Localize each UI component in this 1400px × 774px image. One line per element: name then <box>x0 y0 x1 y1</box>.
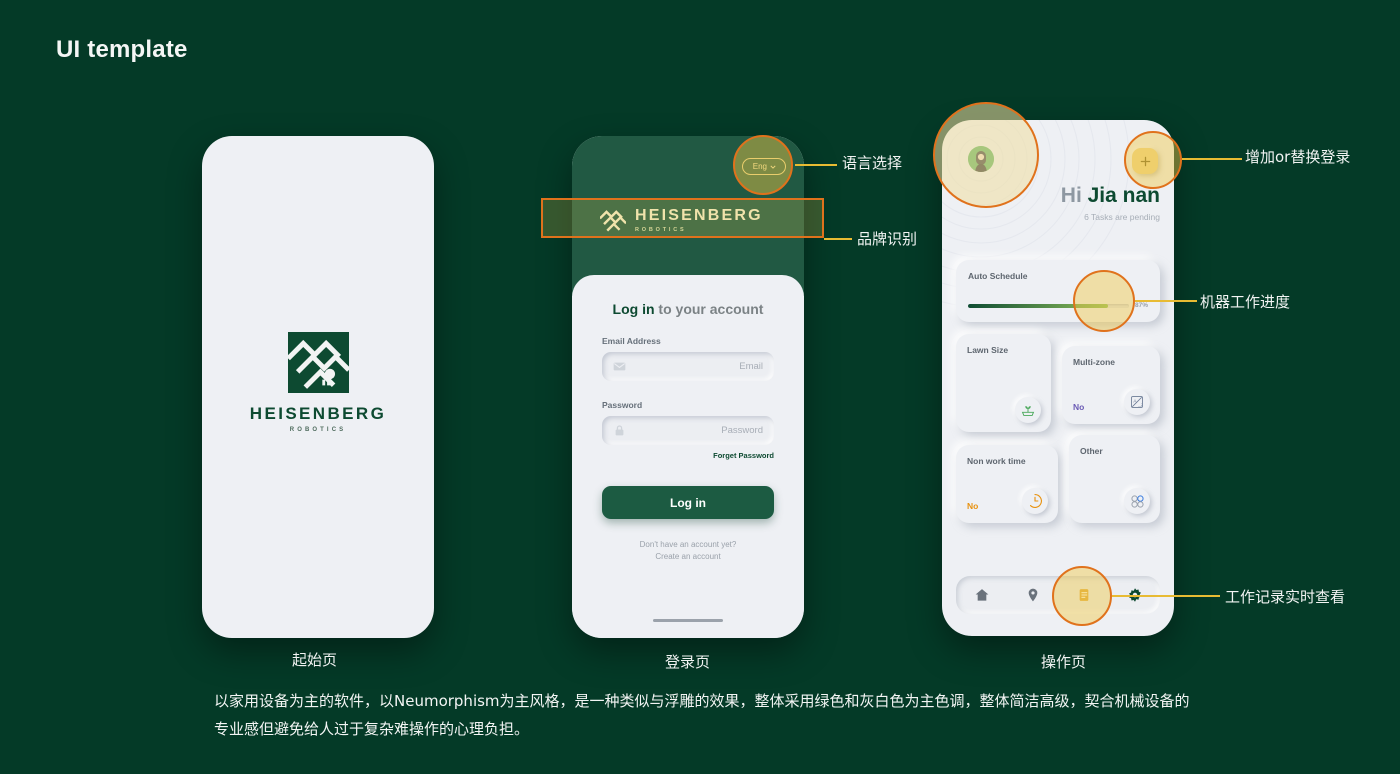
card-value: No <box>1073 402 1085 412</box>
location-pin-icon <box>1028 588 1037 602</box>
card-title: Non work time <box>967 456 1026 466</box>
no-account-text: Don't have an account yet? <box>639 540 737 549</box>
email-placeholder: Email <box>739 361 763 372</box>
password-placeholder: Password <box>721 425 763 436</box>
forget-password-link[interactable]: Forget Password <box>602 451 774 460</box>
caption-login: 登录页 <box>665 653 711 671</box>
card-title: Multi-zone <box>1073 357 1116 367</box>
card-non-work-time[interactable]: Non work time No <box>956 445 1058 523</box>
nav-item-map[interactable] <box>1024 587 1041 604</box>
leader-line-brand <box>824 238 852 240</box>
leader-line-add-login <box>1182 158 1242 160</box>
password-label: Password <box>602 400 643 410</box>
highlight-brand-band <box>541 198 824 238</box>
caption-splash: 起始页 <box>292 651 338 669</box>
leader-line-records <box>1112 595 1220 597</box>
heisenberg-interlock-logo-icon <box>287 332 349 393</box>
highlight-progress <box>1073 270 1135 332</box>
brand-subtitle: ROBOTICS <box>289 427 347 433</box>
highlight-avatar <box>933 102 1039 208</box>
card-multi-zone[interactable]: Multi-zone No A <box>1062 346 1160 424</box>
annotation-language-select: 语言选择 <box>842 154 903 172</box>
login-heading-rest: to your account <box>654 301 764 317</box>
card-title: Other <box>1080 446 1103 456</box>
description-paragraph: 以家用设备为主的软件，以Neumorphism为主风格，是一种类似与浮雕的效果，… <box>214 692 1190 738</box>
caption-dashboard: 操作页 <box>1041 653 1087 671</box>
splash-logo-block: HEISENBERG ROBOTICS <box>202 332 434 433</box>
card-value: No <box>967 501 979 511</box>
login-form-card: Log in to your account Email Address Ema… <box>572 275 804 638</box>
card-title: Lawn Size <box>967 345 1009 355</box>
tasks-status: 6 Tasks are pending <box>1084 212 1160 222</box>
highlight-records-nav <box>1052 566 1112 626</box>
home-icon <box>975 589 988 601</box>
annotation-add-or-switch-login: 增加or替换登录 <box>1245 148 1351 166</box>
lock-icon <box>615 425 624 436</box>
highlight-language-selector <box>733 135 793 195</box>
progress-label: 87% <box>1134 302 1148 309</box>
password-field[interactable]: Password <box>602 416 774 445</box>
highlight-add-login <box>1124 131 1182 189</box>
lawn-sprout-icon <box>1021 406 1035 416</box>
leader-line-language <box>795 164 837 166</box>
annotation-brand-identity: 品牌识别 <box>857 230 918 248</box>
grid-four-circles-icon <box>1130 494 1144 508</box>
page-title: UI template <box>56 36 188 63</box>
email-label: Email Address <box>602 336 661 346</box>
brand-wordmark: HEISENBERG <box>249 404 387 423</box>
poster-board: UI template HEISENBERG ROBOTICS Eng HEIS… <box>0 0 1400 774</box>
clock-icon <box>1029 494 1042 508</box>
create-account-link[interactable]: Create an account <box>602 551 774 563</box>
card-lawn-size[interactable]: Lawn Size <box>956 334 1051 432</box>
login-heading-strong: Log in <box>612 301 655 317</box>
greeting-prefix: Hi <box>1060 184 1088 207</box>
login-submit-button[interactable]: Log in <box>602 486 774 519</box>
home-indicator <box>653 619 723 622</box>
email-field[interactable]: Email <box>602 352 774 381</box>
login-heading: Log in to your account <box>602 301 774 317</box>
zone-map-icon-wrap: A <box>1124 389 1150 415</box>
lawn-sprout-icon-wrap <box>1015 397 1041 423</box>
leader-line-progress <box>1135 300 1197 302</box>
annotation-work-log-realtime: 工作记录实时查看 <box>1225 588 1346 606</box>
envelope-icon <box>613 362 626 371</box>
nav-item-home[interactable] <box>973 587 990 604</box>
clock-icon-wrap <box>1022 488 1048 514</box>
grid-four-circles-icon-wrap <box>1124 488 1150 514</box>
create-account-block: Don't have an account yet? Create an acc… <box>602 539 774 562</box>
zone-map-icon: A <box>1131 396 1143 408</box>
annotation-machine-progress: 机器工作进度 <box>1200 293 1291 311</box>
phone-mockup-splash: HEISENBERG ROBOTICS <box>202 136 434 638</box>
card-other[interactable]: Other <box>1069 435 1160 523</box>
